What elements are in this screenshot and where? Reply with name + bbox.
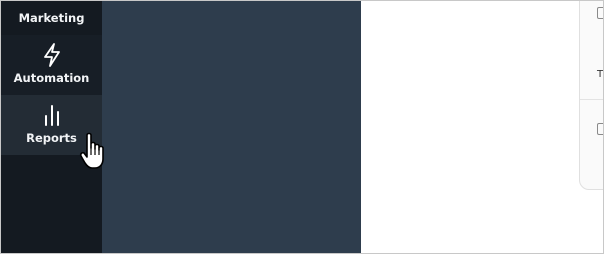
main-content: T bbox=[361, 1, 603, 253]
secondary-panel bbox=[102, 1, 361, 253]
content-card[interactable] bbox=[579, 1, 603, 190]
lightning-icon bbox=[1, 43, 102, 67]
checkbox-icon[interactable] bbox=[597, 123, 603, 135]
sidebar-item-marketing[interactable]: Marketing bbox=[1, 1, 102, 35]
hand-pointer-cursor-icon bbox=[79, 132, 104, 169]
sidebar-item-automation[interactable]: Automation bbox=[1, 35, 102, 95]
app-window: Marketing Automation Reports T bbox=[0, 0, 604, 254]
card-text: T bbox=[597, 69, 604, 80]
checkbox-icon[interactable] bbox=[597, 7, 603, 19]
bar-chart-icon bbox=[1, 103, 102, 127]
sidebar-item-label: Automation bbox=[13, 71, 90, 85]
sidebar: Marketing Automation Reports bbox=[1, 1, 102, 253]
chevron-icon bbox=[1, 1, 102, 7]
sidebar-item-label: Marketing bbox=[18, 11, 85, 25]
card-divider bbox=[580, 99, 603, 100]
